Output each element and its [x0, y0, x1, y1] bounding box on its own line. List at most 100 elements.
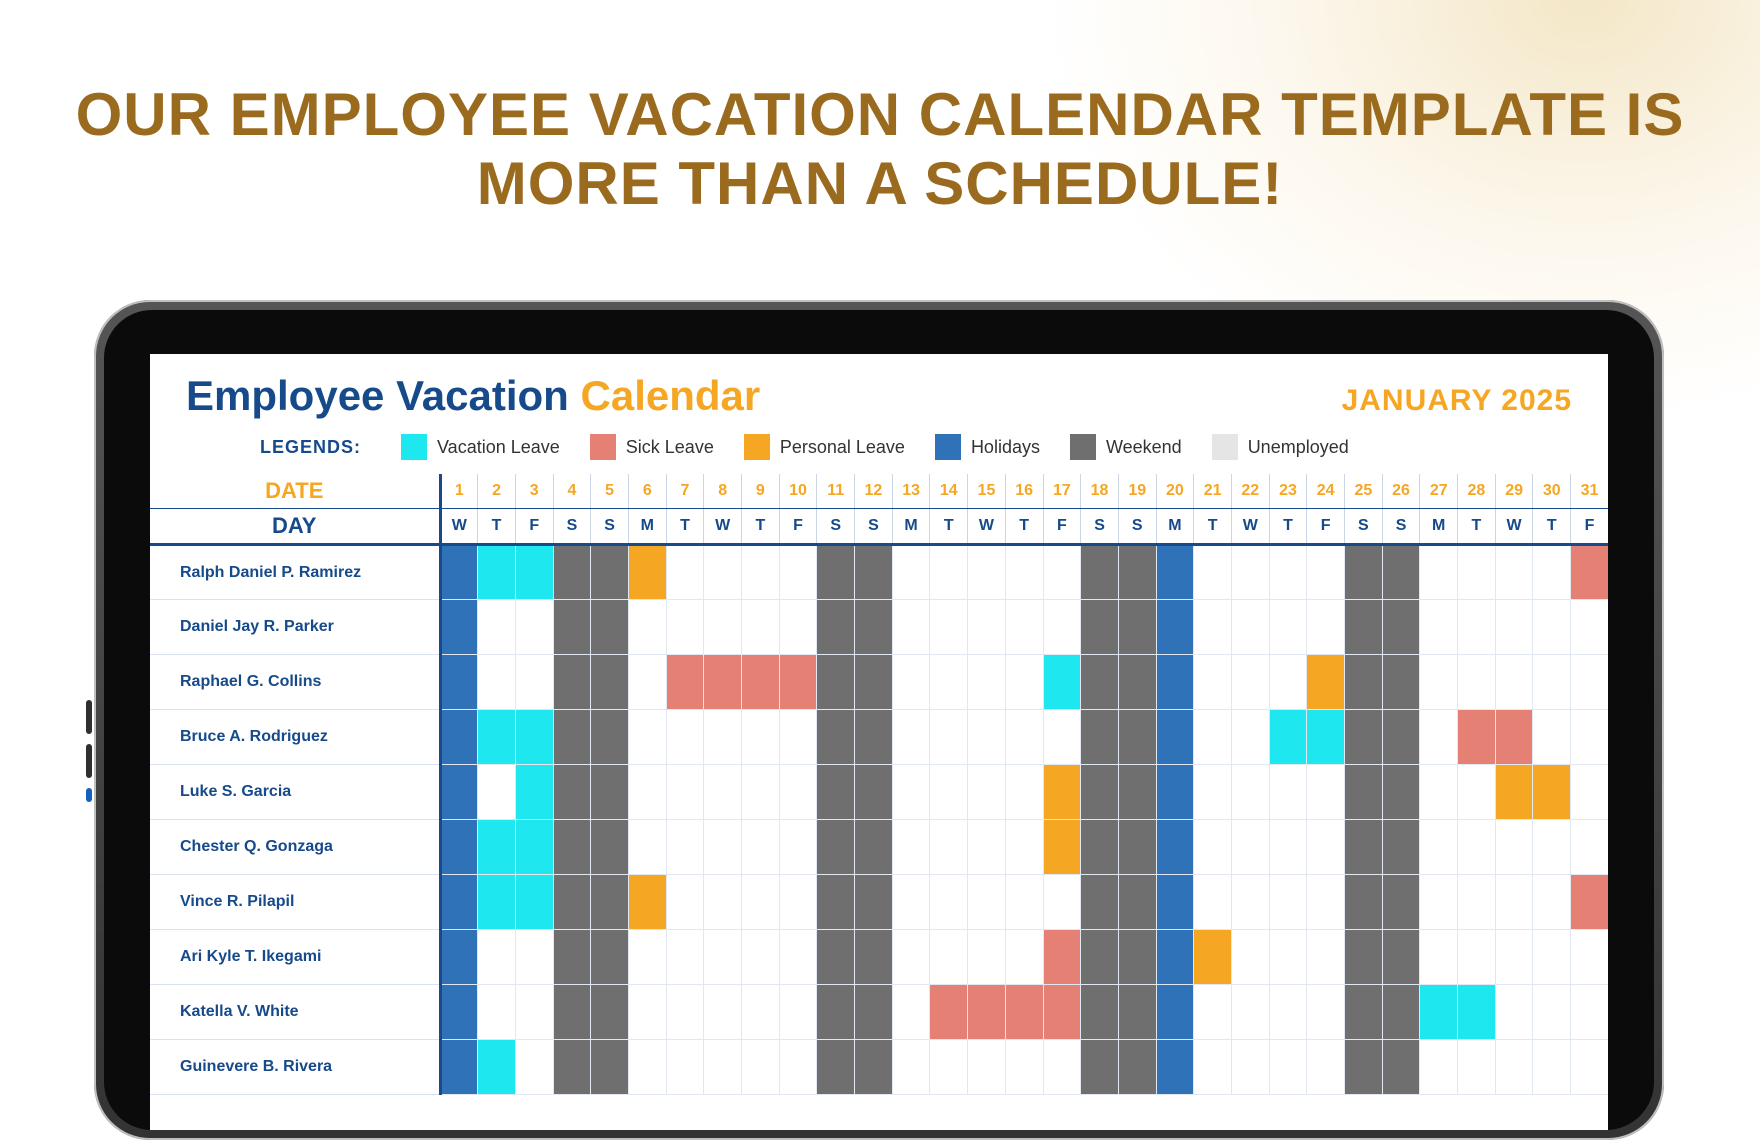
date-header: DATE: [150, 474, 440, 509]
calendar-cell: [666, 820, 704, 875]
calendar-cell: [515, 820, 553, 875]
calendar-cell: [1156, 875, 1194, 930]
calendar-cell: [1345, 655, 1383, 710]
calendar-cell: [1081, 655, 1119, 710]
legend-item: Vacation Leave: [401, 434, 560, 460]
calendar-cell: [628, 1040, 666, 1095]
calendar-cell: [779, 1040, 817, 1095]
calendar-cell: [1307, 985, 1345, 1040]
calendar-cell: [1156, 1040, 1194, 1095]
calendar-cell: [1231, 875, 1269, 930]
calendar-cell: [704, 765, 742, 820]
calendar-cell: [1081, 875, 1119, 930]
calendar-cell: [1533, 985, 1571, 1040]
date-number: 10: [779, 474, 817, 509]
calendar-cell: [478, 985, 516, 1040]
calendar-cell: [704, 710, 742, 765]
calendar-cell: [440, 600, 478, 655]
calendar-cell: [1458, 655, 1496, 710]
calendar-cell: [1382, 545, 1420, 600]
calendar-cell: [1156, 765, 1194, 820]
calendar-cell: [440, 765, 478, 820]
calendar-cell: [1307, 820, 1345, 875]
calendar-cell: [1156, 545, 1194, 600]
calendar-cell: [478, 765, 516, 820]
legend-swatch: [935, 434, 961, 460]
calendar-cell: [892, 1040, 930, 1095]
calendar-cell: [704, 820, 742, 875]
calendar-cell: [553, 985, 591, 1040]
calendar-cell: [1005, 820, 1043, 875]
calendar-cell: [930, 985, 968, 1040]
day-of-week: M: [1420, 509, 1458, 545]
calendar-cell: [1231, 545, 1269, 600]
calendar-cell: [1081, 1040, 1119, 1095]
legend-swatch: [1070, 434, 1096, 460]
date-number: 23: [1269, 474, 1307, 509]
calendar-cell: [779, 930, 817, 985]
day-header: DAY: [150, 509, 440, 545]
day-of-week: S: [1118, 509, 1156, 545]
calendar-cell: [1156, 710, 1194, 765]
calendar-cell: [1533, 655, 1571, 710]
calendar-cell: [1571, 600, 1608, 655]
calendar-cell: [1307, 710, 1345, 765]
date-number: 9: [742, 474, 780, 509]
calendar-cell: [440, 545, 478, 600]
calendar-cell: [553, 600, 591, 655]
calendar-cell: [1571, 1040, 1608, 1095]
employee-name: Katella V. White: [150, 985, 440, 1040]
calendar-cell: [478, 1040, 516, 1095]
calendar-cell: [1043, 985, 1081, 1040]
legend-label: Holidays: [971, 437, 1040, 458]
date-number: 27: [1420, 474, 1458, 509]
calendar-cell: [1458, 600, 1496, 655]
calendar-cell: [892, 655, 930, 710]
calendar-cell: [779, 545, 817, 600]
calendar-cell: [666, 600, 704, 655]
legend-label: Vacation Leave: [437, 437, 560, 458]
calendar-cell: [779, 820, 817, 875]
date-number: 6: [628, 474, 666, 509]
calendar-cell: [892, 985, 930, 1040]
calendar-cell: [779, 985, 817, 1040]
calendar-cell: [1571, 765, 1608, 820]
calendar-cell: [553, 655, 591, 710]
calendar-cell: [628, 655, 666, 710]
table-row: Daniel Jay R. Parker: [150, 600, 1608, 655]
calendar-cell: [1118, 600, 1156, 655]
employee-name: Chester Q. Gonzaga: [150, 820, 440, 875]
day-of-week: T: [1458, 509, 1496, 545]
legend-label: Personal Leave: [780, 437, 905, 458]
date-number: 2: [478, 474, 516, 509]
calendar-cell: [704, 655, 742, 710]
day-of-week: T: [666, 509, 704, 545]
calendar-cell: [968, 985, 1006, 1040]
legend-item: Weekend: [1070, 434, 1182, 460]
calendar-cell: [930, 1040, 968, 1095]
calendar-cell: [1118, 545, 1156, 600]
calendar-cell: [779, 655, 817, 710]
calendar-cell: [1043, 765, 1081, 820]
calendar-cell: [1043, 875, 1081, 930]
calendar-cell: [1420, 655, 1458, 710]
calendar-cell: [1307, 545, 1345, 600]
table-row: Ralph Daniel P. Ramirez: [150, 545, 1608, 600]
calendar-cell: [1231, 600, 1269, 655]
calendar-cell: [1043, 545, 1081, 600]
calendar-cell: [628, 765, 666, 820]
calendar-cell: [1571, 985, 1608, 1040]
calendar-cell: [930, 930, 968, 985]
calendar-cell: [553, 1040, 591, 1095]
legend-item: Holidays: [935, 434, 1040, 460]
calendar-cell: [553, 875, 591, 930]
calendar-cell: [591, 545, 629, 600]
calendar-cell: [515, 875, 553, 930]
calendar-cell: [1420, 820, 1458, 875]
calendar-cell: [1345, 985, 1383, 1040]
calendar-cell: [742, 1040, 780, 1095]
calendar-cell: [1005, 655, 1043, 710]
calendar-cell: [817, 545, 855, 600]
legend-swatch: [744, 434, 770, 460]
calendar-cell: [1382, 600, 1420, 655]
